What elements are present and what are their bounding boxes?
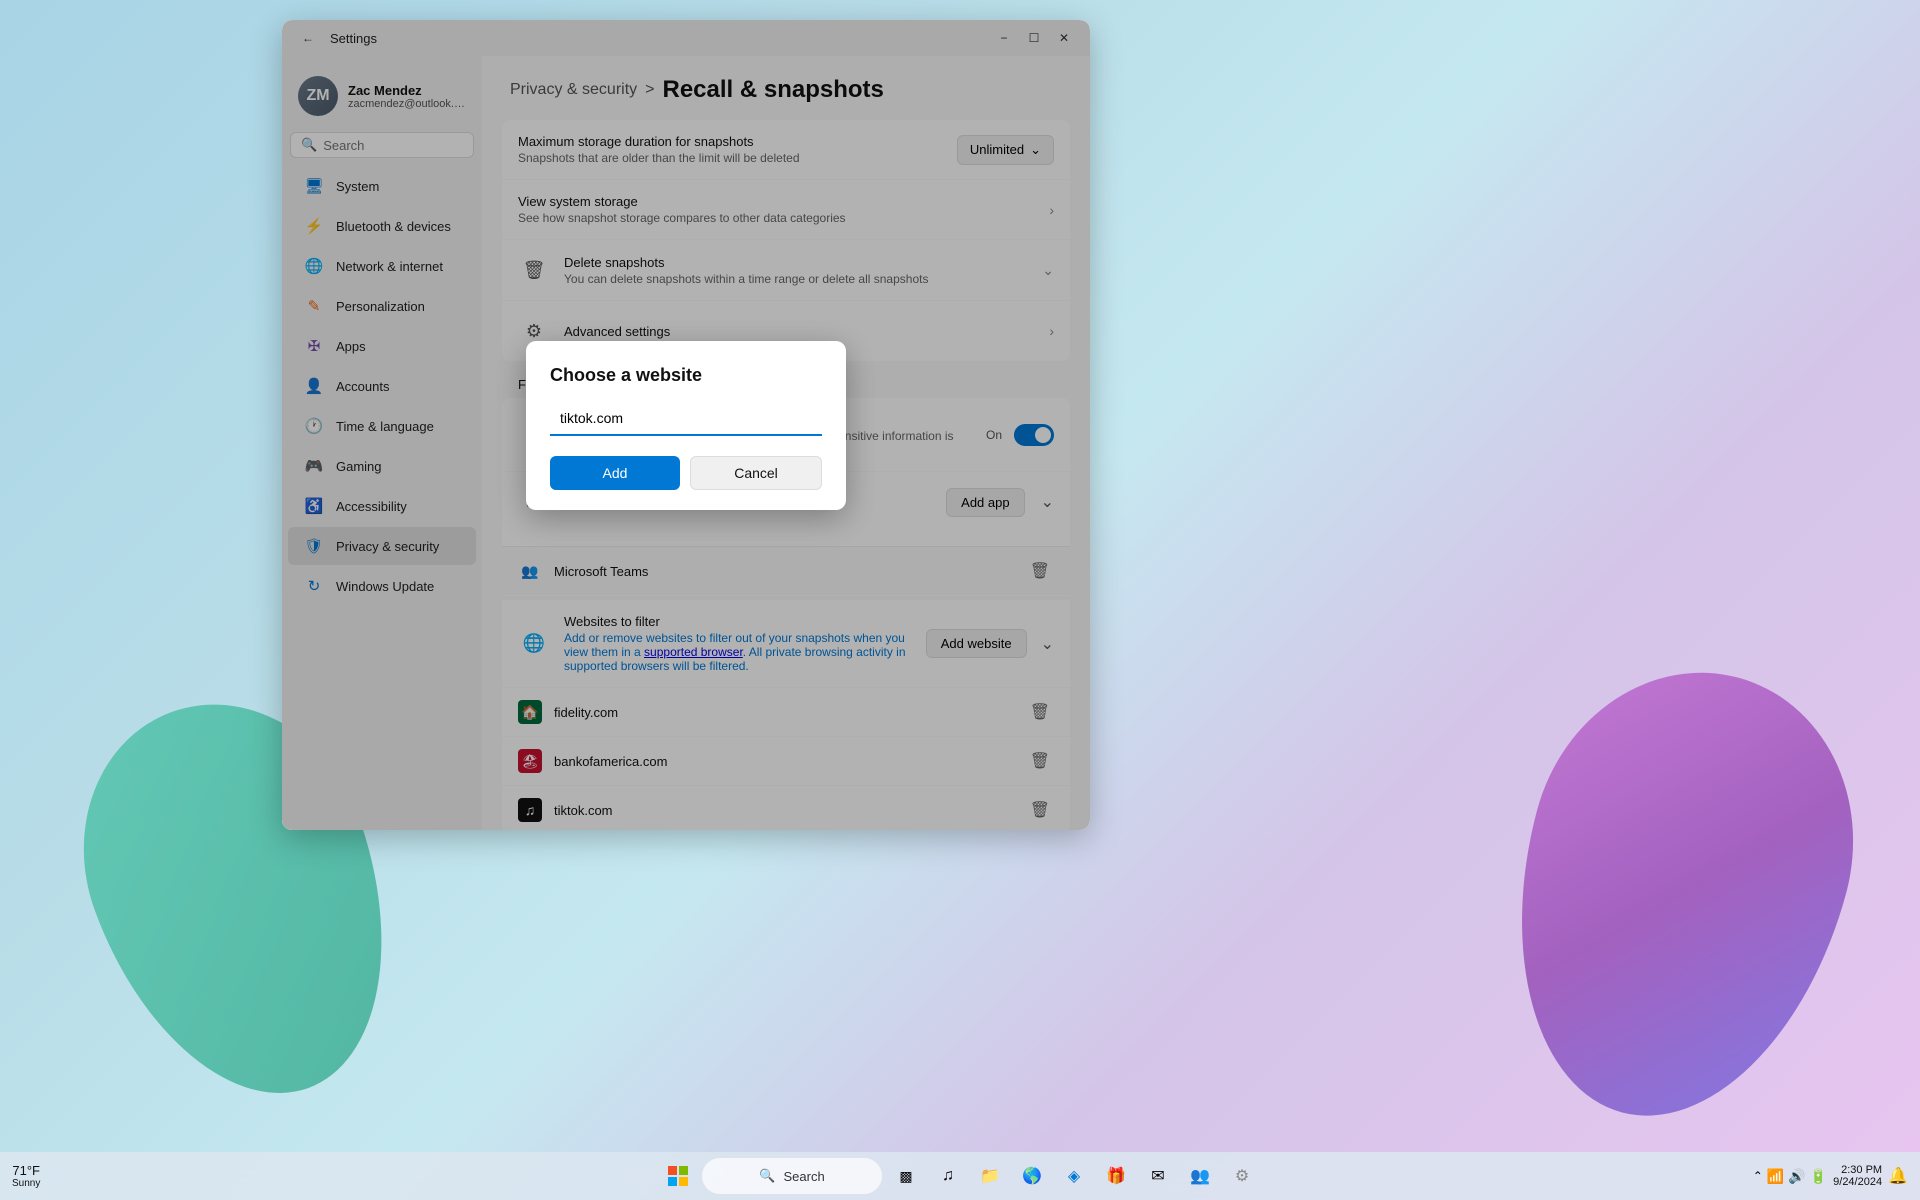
taskbar-search-label: Search <box>783 1169 824 1184</box>
weather-temp: 71°F <box>12 1163 40 1178</box>
store-icon[interactable]: 🎁 <box>1098 1158 1134 1194</box>
taskbar-center: 🔍 Search ▩ ♫ 📁 🌎 ◈ 🎁 ✉ 👥 ⚙ <box>660 1158 1260 1194</box>
modal-cancel-button[interactable]: Cancel <box>690 456 822 490</box>
volume-icon[interactable]: 🔊 <box>1788 1168 1805 1185</box>
mail-icon[interactable]: ✉ <box>1140 1158 1176 1194</box>
weather-condition: Sunny <box>12 1178 40 1189</box>
taskbar-right: ⌃ 📶 🔊 🔋 2:30 PM 9/24/2024 🔔 <box>1753 1164 1908 1188</box>
notification-icon[interactable]: 🔔 <box>1888 1166 1908 1186</box>
taskbar-time[interactable]: 2:30 PM 9/24/2024 <box>1833 1164 1882 1188</box>
background-shape-right <box>1467 636 1893 1153</box>
date-display: 9/24/2024 <box>1833 1176 1882 1188</box>
taskbar-left: 71°F Sunny <box>12 1163 46 1189</box>
teams-taskbar-icon[interactable]: 👥 <box>1182 1158 1218 1194</box>
settings-taskbar-icon[interactable]: ⚙ <box>1224 1158 1260 1194</box>
browser-icon[interactable]: 🌎 <box>1014 1158 1050 1194</box>
battery-icon[interactable]: 🔋 <box>1810 1168 1827 1185</box>
chevron-up-icon[interactable]: ⌃ <box>1753 1169 1763 1183</box>
edge-icon[interactable]: ◈ <box>1056 1158 1092 1194</box>
spotify-icon[interactable]: ♫ <box>930 1158 966 1194</box>
modal-buttons: Add Cancel <box>550 456 822 490</box>
weather-widget: 71°F Sunny <box>12 1163 40 1189</box>
settings-window: ← Settings − ☐ ✕ ZM Zac Mendez zacmendez… <box>282 20 1090 830</box>
network-tray-icon[interactable]: 📶 <box>1767 1168 1784 1185</box>
website-input[interactable] <box>550 402 822 436</box>
time-display: 2:30 PM <box>1841 1164 1882 1176</box>
settings-body: ZM Zac Mendez zacmendez@outlook.com 🔍 🖥 … <box>282 56 1090 830</box>
modal-title: Choose a website <box>550 365 822 386</box>
start-button[interactable] <box>660 1158 696 1194</box>
files-icon[interactable]: 📁 <box>972 1158 1008 1194</box>
sys-tray: ⌃ 📶 🔊 🔋 <box>1753 1168 1827 1185</box>
main-content: Privacy & security > Recall & snapshots … <box>482 56 1090 830</box>
windows-logo-icon <box>668 1166 688 1186</box>
modal-overlay: Choose a website Add Cancel <box>482 56 1090 830</box>
modal-add-button[interactable]: Add <box>550 456 680 490</box>
taskbar-search-icon: 🔍 <box>759 1168 775 1184</box>
taskbar: 71°F Sunny 🔍 Search ▩ ♫ 📁 🌎 ◈ 🎁 ✉ 👥 ⚙ ⌃ <box>0 1152 1920 1200</box>
choose-website-modal: Choose a website Add Cancel <box>526 341 846 510</box>
task-view-button[interactable]: ▩ <box>888 1158 924 1194</box>
taskbar-search-box[interactable]: 🔍 Search <box>702 1158 882 1194</box>
